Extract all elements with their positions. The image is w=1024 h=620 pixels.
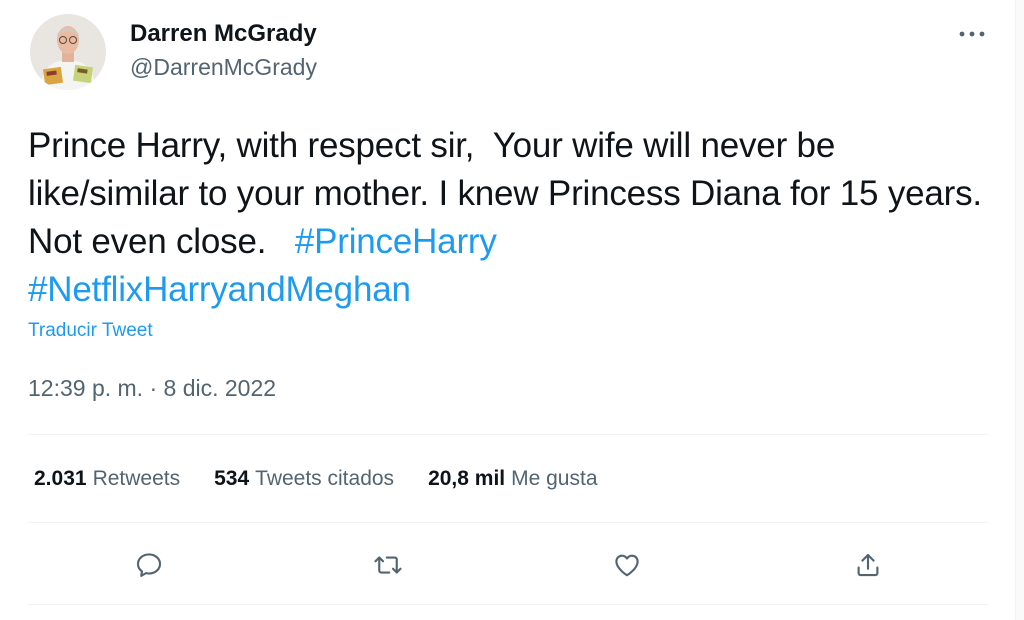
divider	[28, 434, 988, 435]
reply-button[interactable]	[124, 540, 174, 590]
retweets-label: Retweets	[92, 467, 181, 490]
author-handle[interactable]: @DarrenMcGrady	[130, 52, 317, 82]
reply-icon	[136, 553, 162, 577]
avatar[interactable]	[30, 14, 106, 90]
likes-count: 20,8 mil	[428, 467, 506, 490]
retweet-button[interactable]	[363, 540, 413, 590]
author-name[interactable]: Darren McGrady	[130, 18, 317, 50]
scrollbar-track[interactable]	[1015, 0, 1024, 620]
heart-icon	[615, 554, 639, 577]
more-options-button[interactable]	[952, 16, 992, 52]
timestamp-separator: ·	[143, 375, 164, 401]
retweets-count: 2.031	[34, 467, 87, 490]
quote-tweets-stat[interactable]: 534 Tweets citados	[214, 464, 394, 494]
tweet-stats: 2.031 Retweets 534 Tweets citados 20,8 mil…	[34, 464, 632, 494]
retweets-stat[interactable]: 2.031 Retweets	[34, 464, 180, 494]
likes-stat[interactable]: 20,8 mil Me gusta	[428, 464, 597, 494]
divider	[28, 522, 988, 523]
hashtag-link[interactable]: #PrinceHarry	[295, 222, 497, 261]
likes-label: Me gusta	[511, 467, 598, 490]
like-button[interactable]	[602, 540, 652, 590]
avatar-image	[30, 14, 106, 90]
more-icon	[959, 31, 985, 37]
translate-tweet-link[interactable]: Traducir Tweet	[28, 318, 153, 344]
tweet-timestamp: 12:39 p. m. · 8 dic. 2022	[28, 372, 276, 404]
tweet-text: Prince Harry, with respect sir, Your wif…	[28, 122, 1003, 314]
retweet-icon	[374, 556, 402, 574]
share-button[interactable]	[843, 540, 893, 590]
tweet-date-link[interactable]: 8 dic. 2022	[164, 375, 277, 401]
quote-tweets-label: Tweets citados	[255, 467, 395, 490]
divider	[28, 604, 988, 605]
hashtag-link[interactable]: #NetflixHarryandMeghan	[28, 270, 411, 309]
tweet-time-link[interactable]: 12:39 p. m.	[28, 375, 143, 401]
author-info: Darren McGrady @DarrenMcGrady	[130, 18, 317, 82]
share-icon	[857, 553, 879, 577]
tweet-actions	[28, 540, 988, 590]
tweet-body-text: Prince Harry, with respect sir, Your wif…	[28, 126, 992, 261]
quote-tweets-count: 534	[214, 467, 250, 490]
tweet-header: Darren McGrady @DarrenMcGrady	[30, 14, 317, 90]
tweet-card: Darren McGrady @DarrenMcGrady Prince Har…	[0, 0, 1016, 620]
